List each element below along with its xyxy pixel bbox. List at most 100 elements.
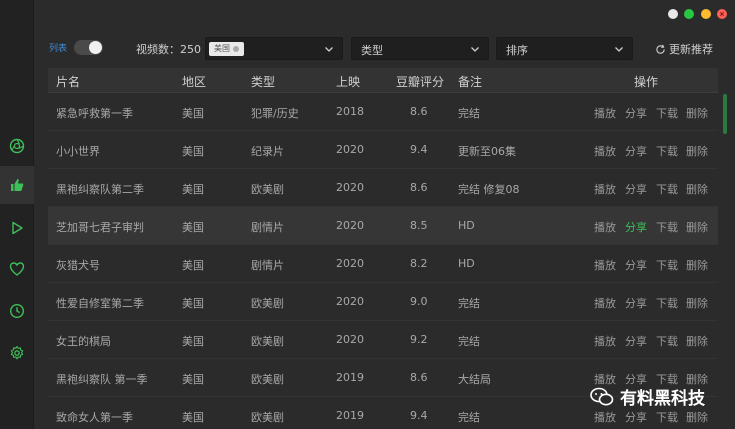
refresh-icon xyxy=(656,44,665,54)
cell-region: 美国 xyxy=(182,107,204,120)
cell-rating: 9.4 xyxy=(410,409,428,422)
header-type[interactable]: 类型 xyxy=(251,73,275,90)
table-row[interactable]: 性爱自修室第二季 美国 欧美剧 2020 9.0 完结 播放 分享 下载 删除 xyxy=(48,283,718,321)
delete-button[interactable]: 删除 xyxy=(686,181,708,197)
chevron-down-icon xyxy=(325,47,333,52)
header-name[interactable]: 片名 xyxy=(56,73,80,90)
delete-button[interactable]: 删除 xyxy=(686,333,708,349)
play-button[interactable]: 播放 xyxy=(594,333,616,349)
heart-icon[interactable] xyxy=(7,259,27,279)
play-button[interactable]: 播放 xyxy=(594,409,616,425)
cell-year: 2020 xyxy=(336,333,364,346)
gear-icon[interactable] xyxy=(7,343,27,363)
delete-button[interactable]: 删除 xyxy=(686,219,708,235)
cell-name: 灰猎犬号 xyxy=(56,259,100,272)
cell-note: HD xyxy=(458,219,475,232)
sort-select[interactable]: 排序 xyxy=(496,37,633,60)
share-button[interactable]: 分享 xyxy=(625,219,647,235)
play-button[interactable]: 播放 xyxy=(594,143,616,159)
scrollbar-thumb[interactable] xyxy=(723,94,727,134)
refresh-label: 更新推荐 xyxy=(669,43,713,56)
cell-name: 性爱自修室第二季 xyxy=(56,297,144,310)
play-icon[interactable] xyxy=(7,218,27,238)
cell-region: 美国 xyxy=(182,259,204,272)
download-button[interactable]: 下载 xyxy=(656,409,678,425)
maximize-button[interactable] xyxy=(684,9,694,19)
table-header: 片名 地区 类型 上映 豆瓣评分 备注 操作 xyxy=(48,68,718,93)
cell-type: 纪录片 xyxy=(251,145,284,158)
cell-note: HD xyxy=(458,257,475,270)
table-row[interactable]: 紧急呼救第一季 美国 犯罪/历史 2018 8.6 完结 播放 分享 下载 删除 xyxy=(48,93,718,131)
cell-note: 更新至06集 xyxy=(458,145,516,158)
download-button[interactable]: 下载 xyxy=(656,219,678,235)
cell-name: 紧急呼救第一季 xyxy=(56,107,133,120)
share-button[interactable]: 分享 xyxy=(625,105,647,121)
list-mode-toggle[interactable] xyxy=(74,40,103,55)
header-year[interactable]: 上映 xyxy=(336,73,360,90)
type-select[interactable]: 类型 xyxy=(351,37,489,60)
cell-name: 致命女人第一季 xyxy=(56,411,133,424)
refresh-recommendations-button[interactable]: 更新推荐 xyxy=(655,41,713,57)
cell-type: 剧情片 xyxy=(251,221,284,234)
download-button[interactable]: 下载 xyxy=(656,105,678,121)
table-row[interactable]: 灰猎犬号 美国 剧情片 2020 8.2 HD 播放 分享 下载 删除 xyxy=(48,245,718,283)
toolbar: 列表 视频数：250 美国 类型 排序 更新推荐 xyxy=(34,34,735,62)
sort-select-value: 排序 xyxy=(506,44,528,57)
clock-icon[interactable] xyxy=(7,301,27,321)
delete-button[interactable]: 删除 xyxy=(686,295,708,311)
header-rating[interactable]: 豆瓣评分 xyxy=(396,73,444,90)
delete-button[interactable]: 删除 xyxy=(686,105,708,121)
share-button[interactable]: 分享 xyxy=(625,181,647,197)
table-row[interactable]: 小小世界 美国 纪录片 2020 9.4 更新至06集 播放 分享 下载 删除 xyxy=(48,131,718,169)
cell-note: 大结局 xyxy=(458,373,491,386)
chevron-down-icon xyxy=(471,47,479,52)
cell-rating: 9.0 xyxy=(410,295,428,308)
delete-button[interactable]: 删除 xyxy=(686,257,708,273)
cell-year: 2020 xyxy=(336,143,364,156)
header-region[interactable]: 地区 xyxy=(182,73,206,90)
wechat-icon xyxy=(590,387,614,405)
thumbs-up-icon[interactable] xyxy=(7,175,27,195)
cell-type: 欧美剧 xyxy=(251,411,284,424)
share-button[interactable]: 分享 xyxy=(625,257,647,273)
minimize-button[interactable] xyxy=(701,9,711,19)
play-button[interactable]: 播放 xyxy=(594,219,616,235)
cell-year: 2020 xyxy=(336,257,364,270)
close-button[interactable] xyxy=(717,9,727,19)
delete-button[interactable]: 删除 xyxy=(686,409,708,425)
download-button[interactable]: 下载 xyxy=(656,257,678,273)
cell-region: 美国 xyxy=(182,183,204,196)
aperture-icon[interactable] xyxy=(7,136,27,156)
cell-year: 2019 xyxy=(336,371,364,384)
cell-type: 欧美剧 xyxy=(251,373,284,386)
share-button[interactable]: 分享 xyxy=(625,143,647,159)
share-button[interactable]: 分享 xyxy=(625,409,647,425)
download-button[interactable]: 下载 xyxy=(656,143,678,159)
table-row[interactable]: 芝加哥七君子审判 美国 剧情片 2020 8.5 HD 播放 分享 下载 删除 xyxy=(48,207,718,245)
download-button[interactable]: 下载 xyxy=(656,181,678,197)
play-button[interactable]: 播放 xyxy=(594,257,616,273)
share-button[interactable]: 分享 xyxy=(625,295,647,311)
cell-type: 犯罪/历史 xyxy=(251,107,299,120)
cell-note: 完结 xyxy=(458,411,480,424)
play-button[interactable]: 播放 xyxy=(594,181,616,197)
cell-name: 女王的棋局 xyxy=(56,335,111,348)
play-button[interactable]: 播放 xyxy=(594,295,616,311)
region-tag[interactable]: 美国 xyxy=(209,42,244,56)
delete-button[interactable]: 删除 xyxy=(686,143,708,159)
table-row[interactable]: 黑袍纠察队第二季 美国 欧美剧 2020 8.6 完结 修复08 播放 分享 下载 删除 xyxy=(48,169,718,207)
header-note[interactable]: 备注 xyxy=(458,73,482,90)
cell-rating: 9.2 xyxy=(410,333,428,346)
cell-region: 美国 xyxy=(182,335,204,348)
extra-window-button[interactable] xyxy=(668,9,678,19)
region-select[interactable]: 美国 xyxy=(205,37,343,60)
table-row[interactable]: 女王的棋局 美国 欧美剧 2020 9.2 完结 播放 分享 下载 删除 xyxy=(48,321,718,359)
download-button[interactable]: 下载 xyxy=(656,295,678,311)
cell-year: 2019 xyxy=(336,409,364,422)
cell-region: 美国 xyxy=(182,145,204,158)
toggle-knob xyxy=(89,41,102,54)
tag-remove-icon[interactable] xyxy=(233,46,239,52)
play-button[interactable]: 播放 xyxy=(594,105,616,121)
download-button[interactable]: 下载 xyxy=(656,333,678,349)
share-button[interactable]: 分享 xyxy=(625,333,647,349)
